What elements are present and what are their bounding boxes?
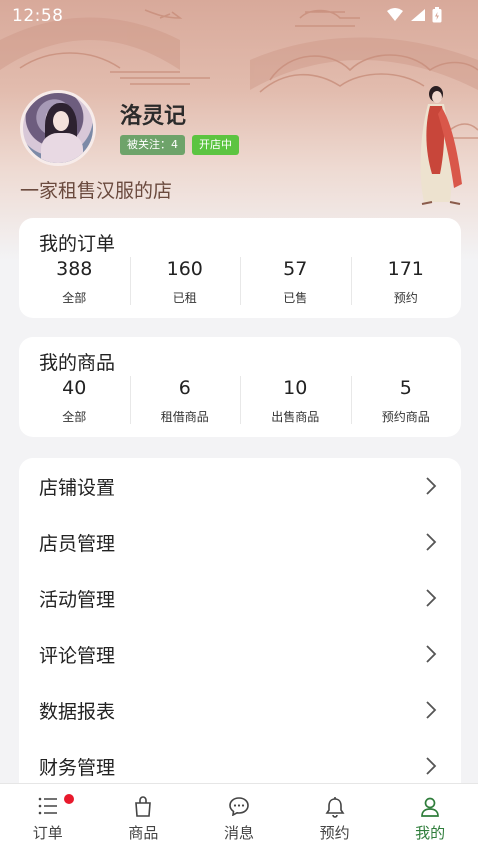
menu-item-staff-management[interactable]: 店员管理 [19, 514, 461, 570]
menu-item-finance-management[interactable]: 财务管理 [19, 738, 461, 788]
orders-stat-rented[interactable]: 160 已租 [129, 257, 241, 306]
products-stat-sale[interactable]: 10 出售商品 [240, 376, 351, 425]
stat-value: 57 [283, 258, 308, 280]
menu-item-label: 店铺设置 [39, 477, 116, 499]
stat-label: 出售商品 [271, 410, 320, 424]
menu-item-label: 评论管理 [39, 645, 116, 667]
shop-slogan: 一家租售汉服的店 [20, 180, 173, 202]
stat-value: 171 [387, 258, 424, 280]
menu-item-label: 活动管理 [39, 589, 116, 611]
products-stat-rental[interactable]: 6 租借商品 [129, 376, 241, 425]
tab-label: 预约 [319, 824, 350, 842]
status-icons [386, 7, 442, 23]
products-stat-all[interactable]: 40 全部 [19, 376, 130, 425]
battery-icon [432, 7, 442, 23]
orders-stat-sold[interactable]: 57 已售 [240, 257, 351, 306]
follow-count-badge[interactable]: 被关注：4 [120, 135, 185, 155]
chevron-right-icon [426, 477, 437, 495]
tab-label: 商品 [128, 824, 159, 842]
products-stats: 40 全部 6 租借商品 10 出售商品 5 预约商品 [19, 376, 461, 425]
menu-item-data-reports[interactable]: 数据报表 [19, 682, 461, 738]
orders-stats: 388 全部 160 已租 57 已售 171 预约 [19, 257, 461, 306]
stat-value: 6 [178, 377, 191, 399]
tab-messages[interactable]: 消息 [191, 784, 287, 850]
shop-name: 洛灵记 [120, 104, 187, 129]
products-card: 我的商品 40 全部 6 租借商品 10 出售商品 5 预约商品 [19, 337, 461, 437]
bell-icon [325, 797, 345, 818]
tab-profile[interactable]: 我的 [382, 784, 478, 850]
tab-label: 我的 [415, 824, 446, 842]
tab-reservations[interactable]: 预约 [287, 784, 383, 850]
tab-orders[interactable]: 订单 [0, 784, 96, 850]
avatar[interactable] [20, 90, 96, 166]
wifi-icon [387, 8, 403, 21]
menu-item-label: 店员管理 [39, 533, 116, 555]
status-time: 12:58 [12, 6, 64, 26]
orders-stat-reserved[interactable]: 171 预约 [350, 257, 462, 306]
chat-icon [229, 797, 249, 816]
orders-title: 我的订单 [39, 233, 116, 255]
menu-item-activity-management[interactable]: 活动管理 [19, 570, 461, 626]
signal-icon [411, 9, 425, 21]
stat-label: 已租 [172, 291, 197, 305]
hanfu-figure-illustration [420, 86, 462, 205]
chevron-right-icon [426, 589, 437, 607]
products-title: 我的商品 [39, 352, 116, 374]
chevron-right-icon [426, 701, 437, 719]
chevron-right-icon [426, 645, 437, 663]
menu-item-label: 数据报表 [39, 701, 116, 723]
stat-label: 全部 [62, 291, 87, 305]
products-stat-reservation[interactable]: 5 预约商品 [350, 376, 462, 425]
tab-label: 消息 [223, 824, 254, 842]
stat-value: 5 [399, 377, 412, 399]
orders-stat-all[interactable]: 388 全部 [19, 257, 130, 306]
orders-card: 我的订单 388 全部 160 已租 57 已售 171 预约 [19, 218, 461, 318]
bag-icon [135, 796, 152, 817]
stat-label: 预约商品 [381, 410, 430, 424]
bottom-tab-bar: 订单 商品 消息 预约 我的 [0, 783, 478, 850]
menu-item-label: 财务管理 [39, 757, 116, 779]
chevron-right-icon [426, 533, 437, 551]
stat-label: 预约 [393, 291, 418, 305]
list-icon [38, 797, 57, 815]
stat-label: 全部 [62, 410, 87, 424]
stat-value: 160 [166, 258, 203, 280]
person-icon [421, 797, 440, 817]
chevron-right-icon [426, 757, 437, 775]
notification-dot [64, 794, 74, 804]
stat-value: 388 [56, 258, 93, 280]
status-bar: 12:58 [0, 0, 478, 34]
tab-label: 订单 [32, 824, 63, 842]
menu-item-shop-settings[interactable]: 店铺设置 [19, 458, 461, 514]
menu-item-comment-management[interactable]: 评论管理 [19, 626, 461, 682]
tab-products[interactable]: 商品 [96, 784, 192, 850]
stat-value: 40 [62, 377, 87, 399]
stat-label: 已售 [283, 291, 308, 305]
shop-status-badge: 开店中 [192, 135, 239, 155]
settings-menu: 店铺设置 店员管理 活动管理 评论管理 数据报表 财务管理 [19, 458, 461, 788]
stat-label: 租借商品 [160, 410, 209, 424]
stat-value: 10 [283, 377, 308, 399]
